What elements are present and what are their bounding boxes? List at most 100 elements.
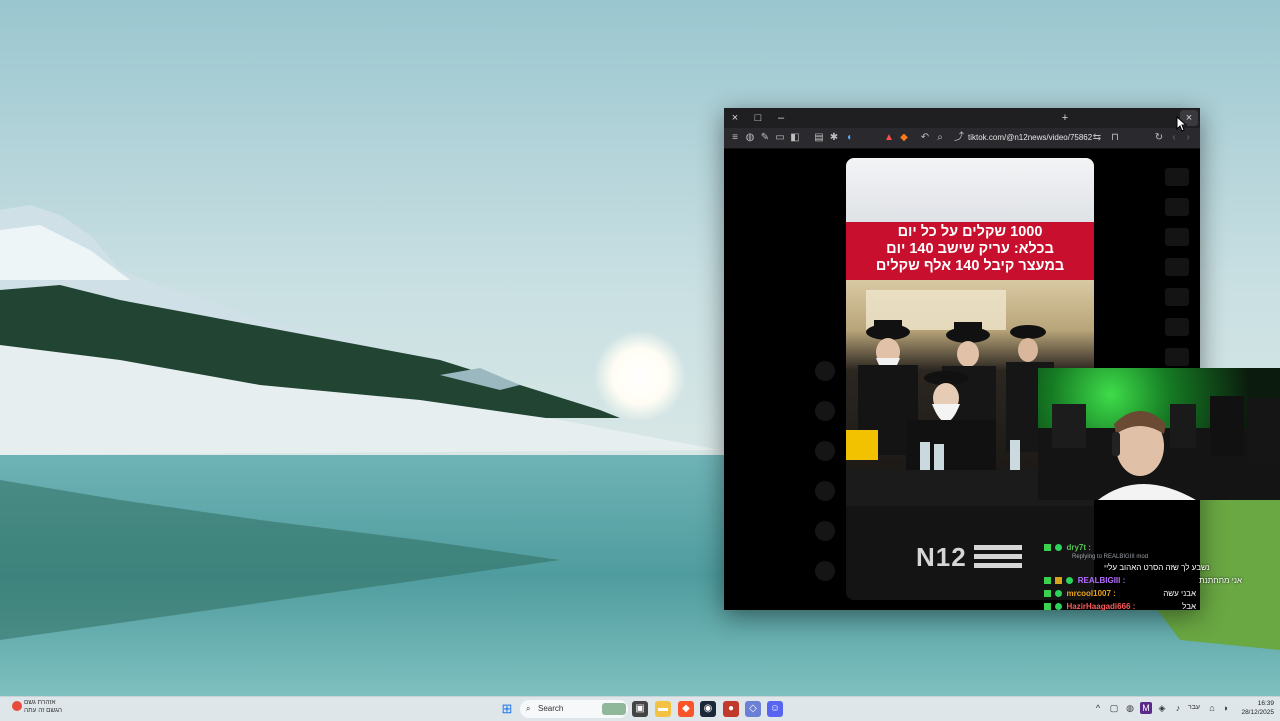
headline-line-2: בכלא: עריק שישב 140 יום bbox=[886, 241, 1054, 257]
placeholder-circle bbox=[815, 361, 835, 381]
file-explorer-icon[interactable]: ▬ bbox=[655, 701, 671, 717]
action-placeholder bbox=[1165, 318, 1189, 336]
tray-app-icon[interactable]: ◍ bbox=[1124, 702, 1136, 714]
app-icon[interactable]: ● bbox=[723, 701, 739, 717]
translate-icon[interactable]: ⇆ bbox=[1090, 131, 1104, 145]
search-placeholder: Search bbox=[538, 704, 564, 713]
search-icon: ⌕ bbox=[526, 704, 531, 713]
discord-icon[interactable]: ☺ bbox=[767, 701, 783, 717]
headline-line-3: במעצר קיבל 140 אלף שקלים bbox=[875, 258, 1065, 274]
headline-line-1: 1000 שקלים על כל יום bbox=[897, 224, 1043, 240]
weather-subtitle: הגשם זה עתה bbox=[24, 707, 62, 714]
taskbar: אזהרת גשם הגשם זה עתה ⊞ ⌕ Search ▣ ▬ ◆ ◉… bbox=[0, 696, 1280, 721]
back-arrow-icon[interactable]: ↶ bbox=[918, 131, 932, 145]
mod-badge-icon bbox=[1044, 544, 1051, 552]
address-bar[interactable]: tiktok.com/@n12news/video/75862... bbox=[968, 130, 1092, 146]
alert-icon[interactable]: ▲ bbox=[882, 131, 896, 145]
placeholder-circle bbox=[815, 561, 835, 581]
chat-username: mrcool1007 : bbox=[1066, 589, 1116, 598]
clock[interactable]: 16:39 28/12/2025 bbox=[1236, 699, 1274, 717]
action-placeholder bbox=[1165, 168, 1189, 186]
chat-username: REALBIGIII : bbox=[1077, 576, 1126, 585]
brave-browser-icon[interactable]: ◆ bbox=[678, 701, 694, 717]
stream-chat: dry7t : Replying to REALBIGIII mod נשבע … bbox=[1044, 541, 1242, 613]
zoom-icon[interactable]: ⌕ bbox=[933, 131, 947, 145]
volume-icon[interactable]: ◗ bbox=[1220, 702, 1232, 714]
chat-text: אבני עשה bbox=[1163, 589, 1196, 598]
vip-badge-icon bbox=[1055, 577, 1063, 585]
tray-chevron-icon[interactable]: ^ bbox=[1092, 702, 1104, 714]
close-window-button[interactable]: × bbox=[726, 110, 744, 126]
chat-message: mrcool1007 : אבני עשה bbox=[1044, 587, 1196, 600]
action-placeholder bbox=[1165, 348, 1189, 366]
action-placeholder bbox=[1165, 288, 1189, 306]
chat-text: נשבע לך שזה הסרט האהוב עליי bbox=[1104, 563, 1210, 572]
sub-badge-icon bbox=[1055, 544, 1063, 552]
weather-widget[interactable]: אזהרת גשם הגשם זה עתה bbox=[24, 699, 114, 715]
video-headline: 1000 שקלים על כל יום בכלא: עריק שישב 140… bbox=[846, 222, 1094, 282]
browser-toolbar: ≡ ◍ ✎ ▭ ◧ ▤ ✱ ◖ ▲ ◆ ↶ ⌕ ⤴ ⇆ ⊓ ↻ ‹ › bbox=[724, 128, 1200, 149]
link-icon[interactable]: ⤴ bbox=[952, 131, 966, 145]
chat-text: אבל bbox=[1182, 602, 1196, 611]
chat-text: אני מתחתנת bbox=[1199, 576, 1242, 585]
clock-time: 16:39 bbox=[1257, 700, 1274, 707]
sub-badge-icon bbox=[1055, 590, 1063, 598]
reader-icon[interactable]: ▤ bbox=[812, 131, 826, 145]
chat-message: dry7t : bbox=[1044, 541, 1194, 554]
weather-title: אזהרת גשם bbox=[24, 699, 56, 706]
back-icon[interactable]: ‹ bbox=[1167, 131, 1181, 145]
maximize-button[interactable]: □ bbox=[749, 110, 767, 126]
sub-badge-icon bbox=[1055, 603, 1063, 611]
n12-watermark: N12 bbox=[916, 542, 967, 572]
chat-username: HazirHaagadi666 : bbox=[1066, 602, 1136, 611]
chat-message: REALBIGIII : אני מתחתנת bbox=[1044, 574, 1242, 587]
mod-badge-icon bbox=[1044, 590, 1051, 598]
reload-icon[interactable]: ↻ bbox=[1152, 131, 1166, 145]
video-ceiling bbox=[846, 158, 1094, 222]
chat-reply-note: Replying to REALBIGIII mod bbox=[1072, 554, 1149, 560]
tray-app-icon[interactable]: ▢ bbox=[1108, 702, 1120, 714]
placeholder-circle bbox=[815, 521, 835, 541]
pin-icon[interactable]: ✎ bbox=[758, 131, 772, 145]
chat-message: HazirHaagadi666 : אבל bbox=[1044, 600, 1196, 613]
mouse-cursor-icon bbox=[1176, 116, 1188, 132]
steam-icon[interactable]: ◉ bbox=[700, 701, 716, 717]
taskbar-search[interactable]: ⌕ Search bbox=[520, 700, 628, 718]
mod-badge-icon bbox=[1044, 577, 1051, 585]
extensions-icon[interactable]: ✱ bbox=[827, 131, 841, 145]
placeholder-circle bbox=[815, 481, 835, 501]
language-indicator[interactable]: עבר bbox=[1188, 702, 1200, 714]
clock-date: 28/12/2025 bbox=[1241, 709, 1274, 716]
tabs-icon[interactable]: ▭ bbox=[773, 131, 787, 145]
audio-icon[interactable]: ◖ bbox=[842, 131, 856, 145]
sidebar-icon[interactable]: ◧ bbox=[788, 131, 802, 145]
sub-badge-icon bbox=[1066, 577, 1074, 585]
placeholder-circle bbox=[815, 401, 835, 421]
chat-username: dry7t : bbox=[1066, 543, 1091, 552]
action-placeholder bbox=[1165, 258, 1189, 276]
start-windows-icon[interactable]: ⊞ bbox=[499, 701, 515, 717]
tray-app-icon[interactable]: M bbox=[1140, 702, 1152, 714]
minimize-button[interactable]: – bbox=[772, 110, 790, 126]
action-placeholder bbox=[1165, 198, 1189, 216]
menu-icon[interactable]: ≡ bbox=[728, 131, 742, 145]
bookmark-icon[interactable]: ⊓ bbox=[1108, 131, 1122, 145]
task-view-icon[interactable]: ▣ bbox=[632, 701, 648, 717]
streamer-illustration bbox=[1038, 396, 1280, 500]
forward-icon[interactable]: › bbox=[1181, 131, 1195, 145]
action-placeholder bbox=[1165, 228, 1189, 246]
n12-logo-bars bbox=[974, 545, 1022, 568]
title-bar: × □ – + × bbox=[724, 108, 1200, 128]
microphone-icon[interactable]: ♪ bbox=[1172, 702, 1184, 714]
weather-warning-icon[interactable] bbox=[12, 701, 22, 711]
search-highlight-icon bbox=[602, 703, 626, 715]
new-tab-button[interactable]: + bbox=[1056, 110, 1074, 126]
chat-message: נשבע לך שזה הסרט האהוב עליי bbox=[1044, 561, 1210, 574]
app-icon-2[interactable]: ◇ bbox=[745, 701, 761, 717]
network-icon[interactable]: ⌂ bbox=[1206, 702, 1218, 714]
browser-window: × □ – + × ≡ ◍ ✎ ▭ ◧ ▤ ✱ ◖ ▲ ◆ ↶ ⌕ ⤴ ⇆ ⊓ … bbox=[724, 108, 1200, 610]
brave-shield-icon[interactable]: ◆ bbox=[897, 131, 911, 145]
shield-icon[interactable]: ◍ bbox=[743, 131, 757, 145]
tray-app-icon[interactable]: ◈ bbox=[1156, 702, 1168, 714]
placeholder-circle bbox=[815, 441, 835, 461]
